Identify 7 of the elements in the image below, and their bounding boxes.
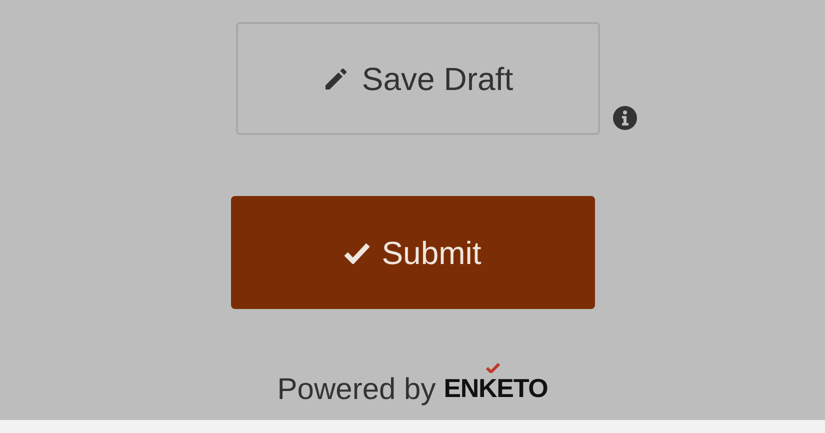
checkmark-icon <box>344 242 370 264</box>
info-icon[interactable] <box>612 105 638 131</box>
check-icon <box>486 363 500 373</box>
submit-button[interactable]: Submit <box>230 196 594 309</box>
save-draft-button[interactable]: Save Draft <box>236 22 600 135</box>
enketo-logo[interactable]: ENKETO <box>444 373 548 403</box>
powered-by-text: Powered by <box>277 375 436 405</box>
